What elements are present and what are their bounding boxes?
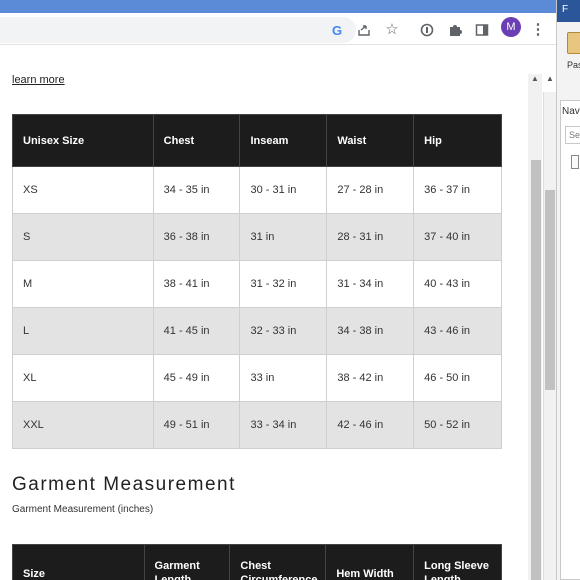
table-cell: 34 - 35 in bbox=[152, 166, 241, 214]
navigation-pane-label: Nav bbox=[562, 106, 580, 117]
table-cell: L bbox=[12, 307, 154, 355]
table-cell: 33 in bbox=[239, 354, 328, 402]
extension-circle-icon[interactable] bbox=[418, 21, 436, 39]
paste-label: Pas bbox=[567, 60, 580, 70]
scroll-up-arrow-icon[interactable]: ▲ bbox=[531, 74, 539, 83]
profile-avatar[interactable]: M bbox=[501, 17, 521, 37]
learn-more-link[interactable]: learn more bbox=[12, 74, 65, 86]
table-cell: 30 - 31 in bbox=[239, 166, 328, 214]
table-cell: 41 - 45 in bbox=[152, 307, 241, 355]
size-chart-table: Unisex Size Chest Inseam Waist Hip XS 34… bbox=[12, 114, 502, 449]
table-row: XL 45 - 49 in 33 in 38 - 42 in 46 - 50 i… bbox=[12, 354, 502, 402]
garment-measurement-table: Size Garment Length Chest Circumference … bbox=[12, 544, 502, 580]
table-cell: 28 - 31 in bbox=[326, 213, 415, 261]
table-header-row: Size Garment Length Chest Circumference … bbox=[12, 544, 502, 580]
outer-scrollbar-thumb[interactable] bbox=[545, 190, 555, 390]
share-icon[interactable] bbox=[355, 21, 373, 39]
address-bar[interactable] bbox=[0, 17, 356, 43]
column-header: Unisex Size bbox=[12, 114, 154, 167]
column-header: Hem Width bbox=[325, 544, 415, 580]
table-row: L 41 - 45 in 32 - 33 in 34 - 38 in 43 - … bbox=[12, 307, 502, 355]
star-icon[interactable]: ☆ bbox=[383, 20, 401, 38]
table-cell: 27 - 28 in bbox=[326, 166, 415, 214]
document-icon bbox=[571, 155, 579, 169]
page-content: learn more Unisex Size Chest Inseam Wais… bbox=[0, 46, 528, 580]
table-row: XS 34 - 35 in 30 - 31 in 27 - 28 in 36 -… bbox=[12, 166, 502, 214]
column-header: Hip bbox=[413, 114, 502, 167]
table-row: S 36 - 38 in 31 in 28 - 31 in 37 - 40 in bbox=[12, 213, 502, 261]
table-cell: XS bbox=[12, 166, 154, 214]
page-scrollbar-thumb[interactable] bbox=[531, 160, 541, 580]
navigation-pane bbox=[560, 100, 580, 580]
column-header: Chest Circumference bbox=[229, 544, 327, 580]
garment-measurement-subtitle: Garment Measurement (inches) bbox=[12, 504, 154, 515]
table-cell: 34 - 38 in bbox=[326, 307, 415, 355]
column-header: Garment Length bbox=[143, 544, 231, 580]
table-row: XXL 49 - 51 in 33 - 34 in 42 - 46 in 50 … bbox=[12, 401, 502, 449]
puzzle-icon[interactable] bbox=[446, 21, 464, 39]
table-cell: 37 - 40 in bbox=[413, 213, 502, 261]
table-cell: 38 - 42 in bbox=[326, 354, 415, 402]
garment-measurement-heading: Garment Measurement bbox=[12, 474, 236, 495]
table-cell: 45 - 49 in bbox=[152, 354, 241, 402]
table-cell: 36 - 38 in bbox=[152, 213, 241, 261]
column-header: Waist bbox=[326, 114, 415, 167]
paste-icon[interactable] bbox=[567, 32, 580, 54]
table-cell: 32 - 33 in bbox=[239, 307, 328, 355]
table-cell: XL bbox=[12, 354, 154, 402]
word-file-tab[interactable]: F bbox=[557, 0, 580, 22]
browser-frame-strip bbox=[0, 0, 556, 13]
table-cell: 33 - 34 in bbox=[239, 401, 328, 449]
table-cell: S bbox=[12, 213, 154, 261]
table-cell: 42 - 46 in bbox=[326, 401, 415, 449]
table-cell: 49 - 51 in bbox=[152, 401, 241, 449]
column-header: Inseam bbox=[239, 114, 328, 167]
column-header: Chest bbox=[152, 114, 241, 167]
table-cell: 31 - 32 in bbox=[239, 260, 328, 308]
table-cell: XXL bbox=[12, 401, 154, 449]
side-panel-icon[interactable] bbox=[473, 21, 491, 39]
table-cell: 40 - 43 in bbox=[413, 260, 502, 308]
column-header: Size bbox=[12, 544, 145, 580]
table-cell: 31 in bbox=[239, 213, 328, 261]
table-row: M 38 - 41 in 31 - 32 in 31 - 34 in 40 - … bbox=[12, 260, 502, 308]
table-header-row: Unisex Size Chest Inseam Waist Hip bbox=[12, 114, 502, 167]
table-cell: 46 - 50 in bbox=[413, 354, 502, 402]
screen: G ☆ M ⋮ learn more Unisex Size Chest Ins… bbox=[0, 0, 580, 580]
column-header: Long Sleeve Length bbox=[413, 544, 502, 580]
table-cell: 43 - 46 in bbox=[413, 307, 502, 355]
table-cell: 38 - 41 in bbox=[152, 260, 241, 308]
word-app-pane: F Pas Nav Sea bbox=[556, 0, 580, 580]
google-g-icon[interactable]: G bbox=[328, 21, 346, 39]
table-cell: 31 - 34 in bbox=[326, 260, 415, 308]
table-cell: 36 - 37 in bbox=[413, 166, 502, 214]
navigation-search-input[interactable]: Sea bbox=[565, 126, 580, 144]
table-cell: M bbox=[12, 260, 154, 308]
scroll-up-arrow-icon[interactable]: ▲ bbox=[546, 74, 554, 83]
table-cell: 50 - 52 in bbox=[413, 401, 502, 449]
kebab-menu-icon[interactable]: ⋮ bbox=[529, 20, 547, 38]
